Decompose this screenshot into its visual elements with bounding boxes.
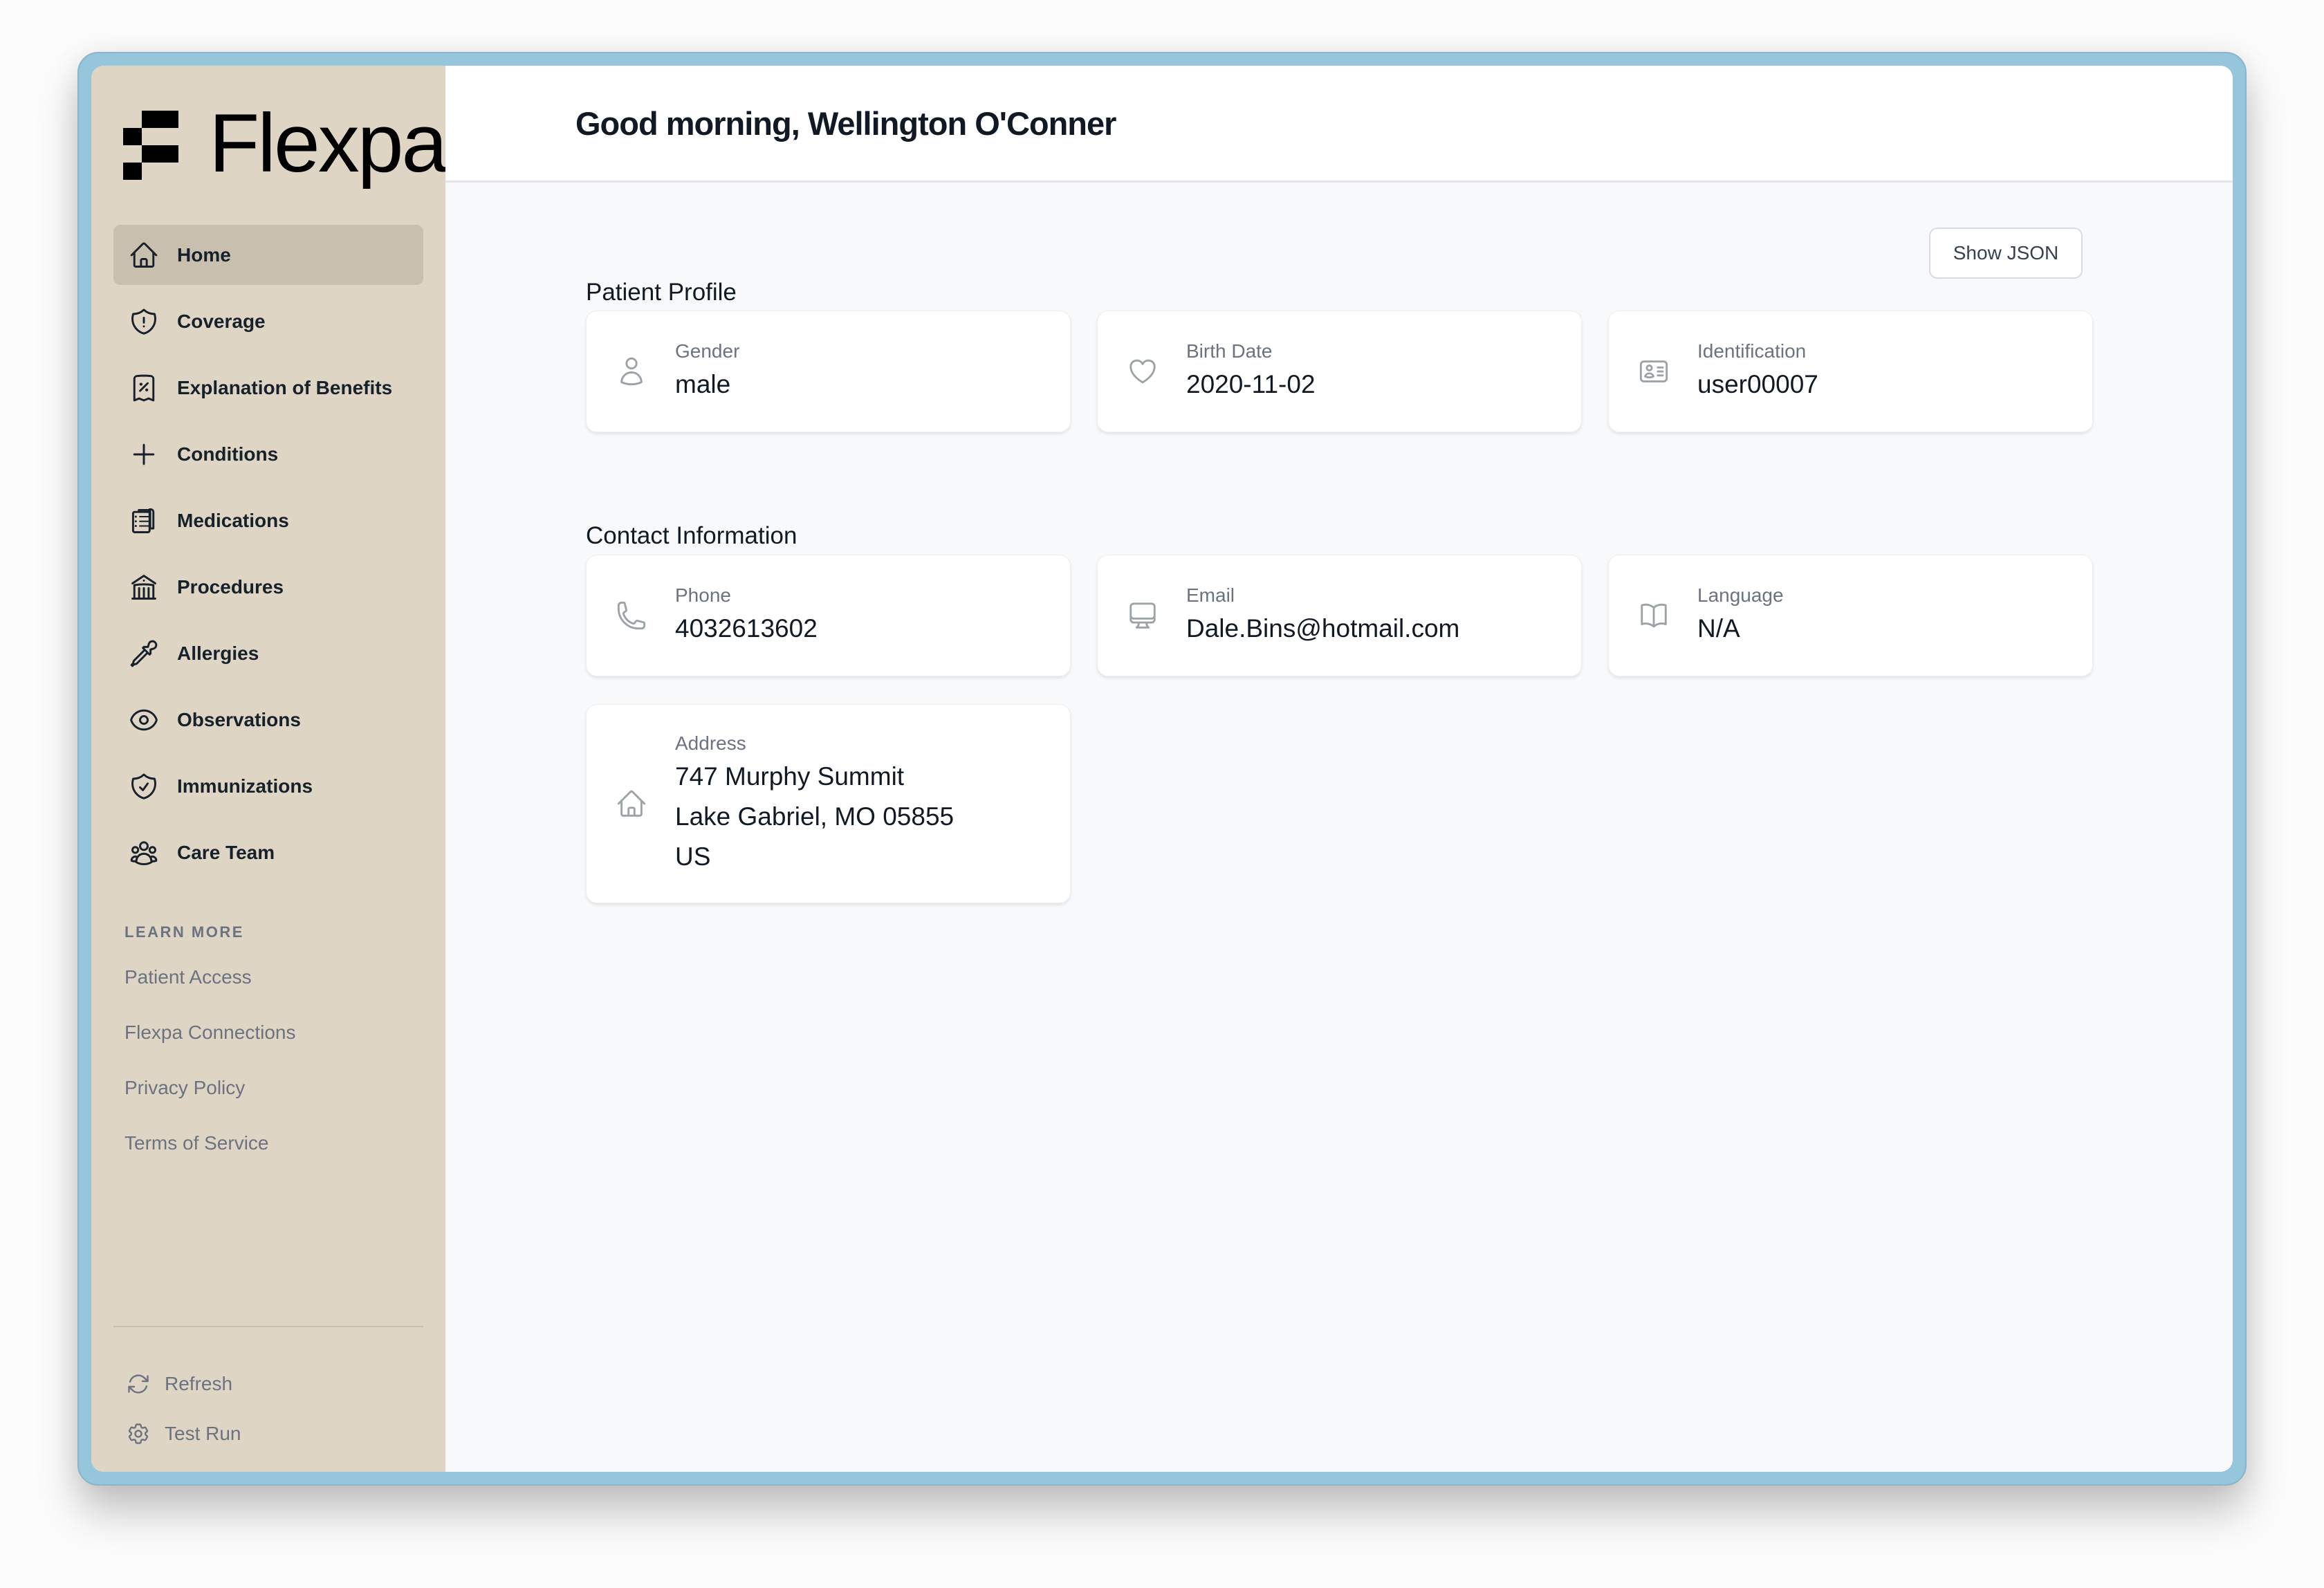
address-line-2: Lake Gabriel, MO 05855 [675,802,954,831]
receipt-percent-icon [129,373,159,403]
card-label: Phone [675,584,731,606]
card-value: user00007 [1697,370,1818,398]
plus-icon [129,439,159,470]
gender-card: Gender male [586,311,1071,432]
card-value: male [675,370,731,398]
heart-icon [1125,354,1160,389]
refresh-label: Refresh [165,1373,233,1394]
page-title: Good morning, Wellington O'Conner [575,105,1116,142]
sidebar-item-coverage[interactable]: Coverage [113,291,423,351]
card-value: Dale.Bins@hotmail.com [1186,614,1460,643]
test-run-label: Test Run [165,1423,241,1444]
sidebar-item-allergies[interactable]: Allergies [113,623,423,683]
card-label: Language [1697,584,1784,606]
sidebar-item-label: Explanation of Benefits [177,376,393,398]
user-group-icon [129,838,159,868]
shield-exclamation-icon [129,306,159,337]
address-line-1: 747 Murphy Summit [675,762,905,791]
birth-date-card: Birth Date 2020-11-02 [1097,311,1582,432]
sidebar-divider [113,1326,423,1327]
app-window: Flexpa Home Coverage Explanation of Bene… [91,66,2233,1472]
phone-card: Phone 4032613602 [586,555,1071,676]
refresh-button[interactable]: Refresh [126,1359,241,1409]
link-privacy-policy[interactable]: Privacy Policy [124,1074,295,1129]
gear-icon [128,1423,149,1444]
identification-icon [1636,354,1671,389]
patient-profile-heading: Patient Profile [586,279,737,306]
home-icon [614,786,649,821]
card-label: Gender [675,340,740,362]
sidebar-item-explanation-of-benefits[interactable]: Explanation of Benefits [113,358,423,418]
sidebar-item-immunizations[interactable]: Immunizations [113,756,423,816]
card-label: Identification [1697,340,1807,362]
contact-information-heading: Contact Information [586,522,797,549]
link-terms-of-service[interactable]: Terms of Service [124,1129,295,1185]
learn-more-links: Patient Access Flexpa Connections Privac… [124,963,295,1185]
eye-icon [129,705,159,735]
address-line-3: US [675,842,711,871]
sidebar-item-label: Medications [177,509,289,531]
sidebar-item-label: Coverage [177,310,266,332]
language-card: Language N/A [1608,555,2093,676]
sidebar-item-conditions[interactable]: Conditions [113,424,423,484]
home-icon [129,240,159,270]
sidebar-item-label: Care Team [177,841,275,863]
sidebar-item-label: Immunizations [177,775,313,797]
sidebar-item-label: Home [177,243,231,266]
card-value: N/A [1697,614,1740,643]
phone-icon [614,598,649,633]
building-library-icon [129,572,159,602]
window-frame: Flexpa Home Coverage Explanation of Bene… [77,52,2247,1486]
clipboard-document-list-icon [129,506,159,536]
card-value: 4032613602 [675,614,818,643]
refresh-icon [128,1374,149,1394]
main-content: Good morning, Wellington O'Conner Show J… [445,66,2233,1472]
sidebar-item-home[interactable]: Home [113,225,423,285]
sidebar-item-procedures[interactable]: Procedures [113,557,423,617]
address-card: Address 747 Murphy Summit Lake Gabriel, … [586,704,1071,903]
logo[interactable]: Flexpa [123,102,448,185]
link-flexpa-connections[interactable]: Flexpa Connections [124,1019,295,1074]
identification-card: Identification user00007 [1608,311,2093,432]
shield-check-icon [129,771,159,802]
sidebar-item-label: Procedures [177,575,284,598]
sidebar-item-label: Allergies [177,642,259,664]
link-patient-access[interactable]: Patient Access [124,963,295,1019]
eyedropper-icon [129,638,159,669]
show-json-button[interactable]: Show JSON [1929,228,2083,279]
sidebar-item-observations[interactable]: Observations [113,690,423,750]
email-card: Email Dale.Bins@hotmail.com [1097,555,1582,676]
sidebar-footer: Refresh Test Run [126,1359,241,1459]
book-open-icon [1636,598,1671,633]
sidebar: Flexpa Home Coverage Explanation of Bene… [91,66,448,1472]
card-label: Birth Date [1186,340,1273,362]
sidebar-item-label: Observations [177,708,301,730]
card-label: Email [1186,584,1235,606]
page-header: Good morning, Wellington O'Conner [445,66,2233,183]
brand-name: Flexpa [209,97,448,190]
card-label: Address [675,732,746,754]
user-icon [614,354,649,389]
sidebar-item-medications[interactable]: Medications [113,490,423,551]
sidebar-nav: Home Coverage Explanation of Benefits Co… [113,225,423,889]
sidebar-item-care-team[interactable]: Care Team [113,822,423,883]
flexpa-logo-icon [123,111,178,180]
learn-more-heading: LEARN MORE [124,923,244,941]
computer-desktop-icon [1125,598,1160,633]
card-value: 2020-11-02 [1186,370,1316,398]
sidebar-item-label: Conditions [177,443,279,465]
test-run-button[interactable]: Test Run [126,1409,241,1459]
